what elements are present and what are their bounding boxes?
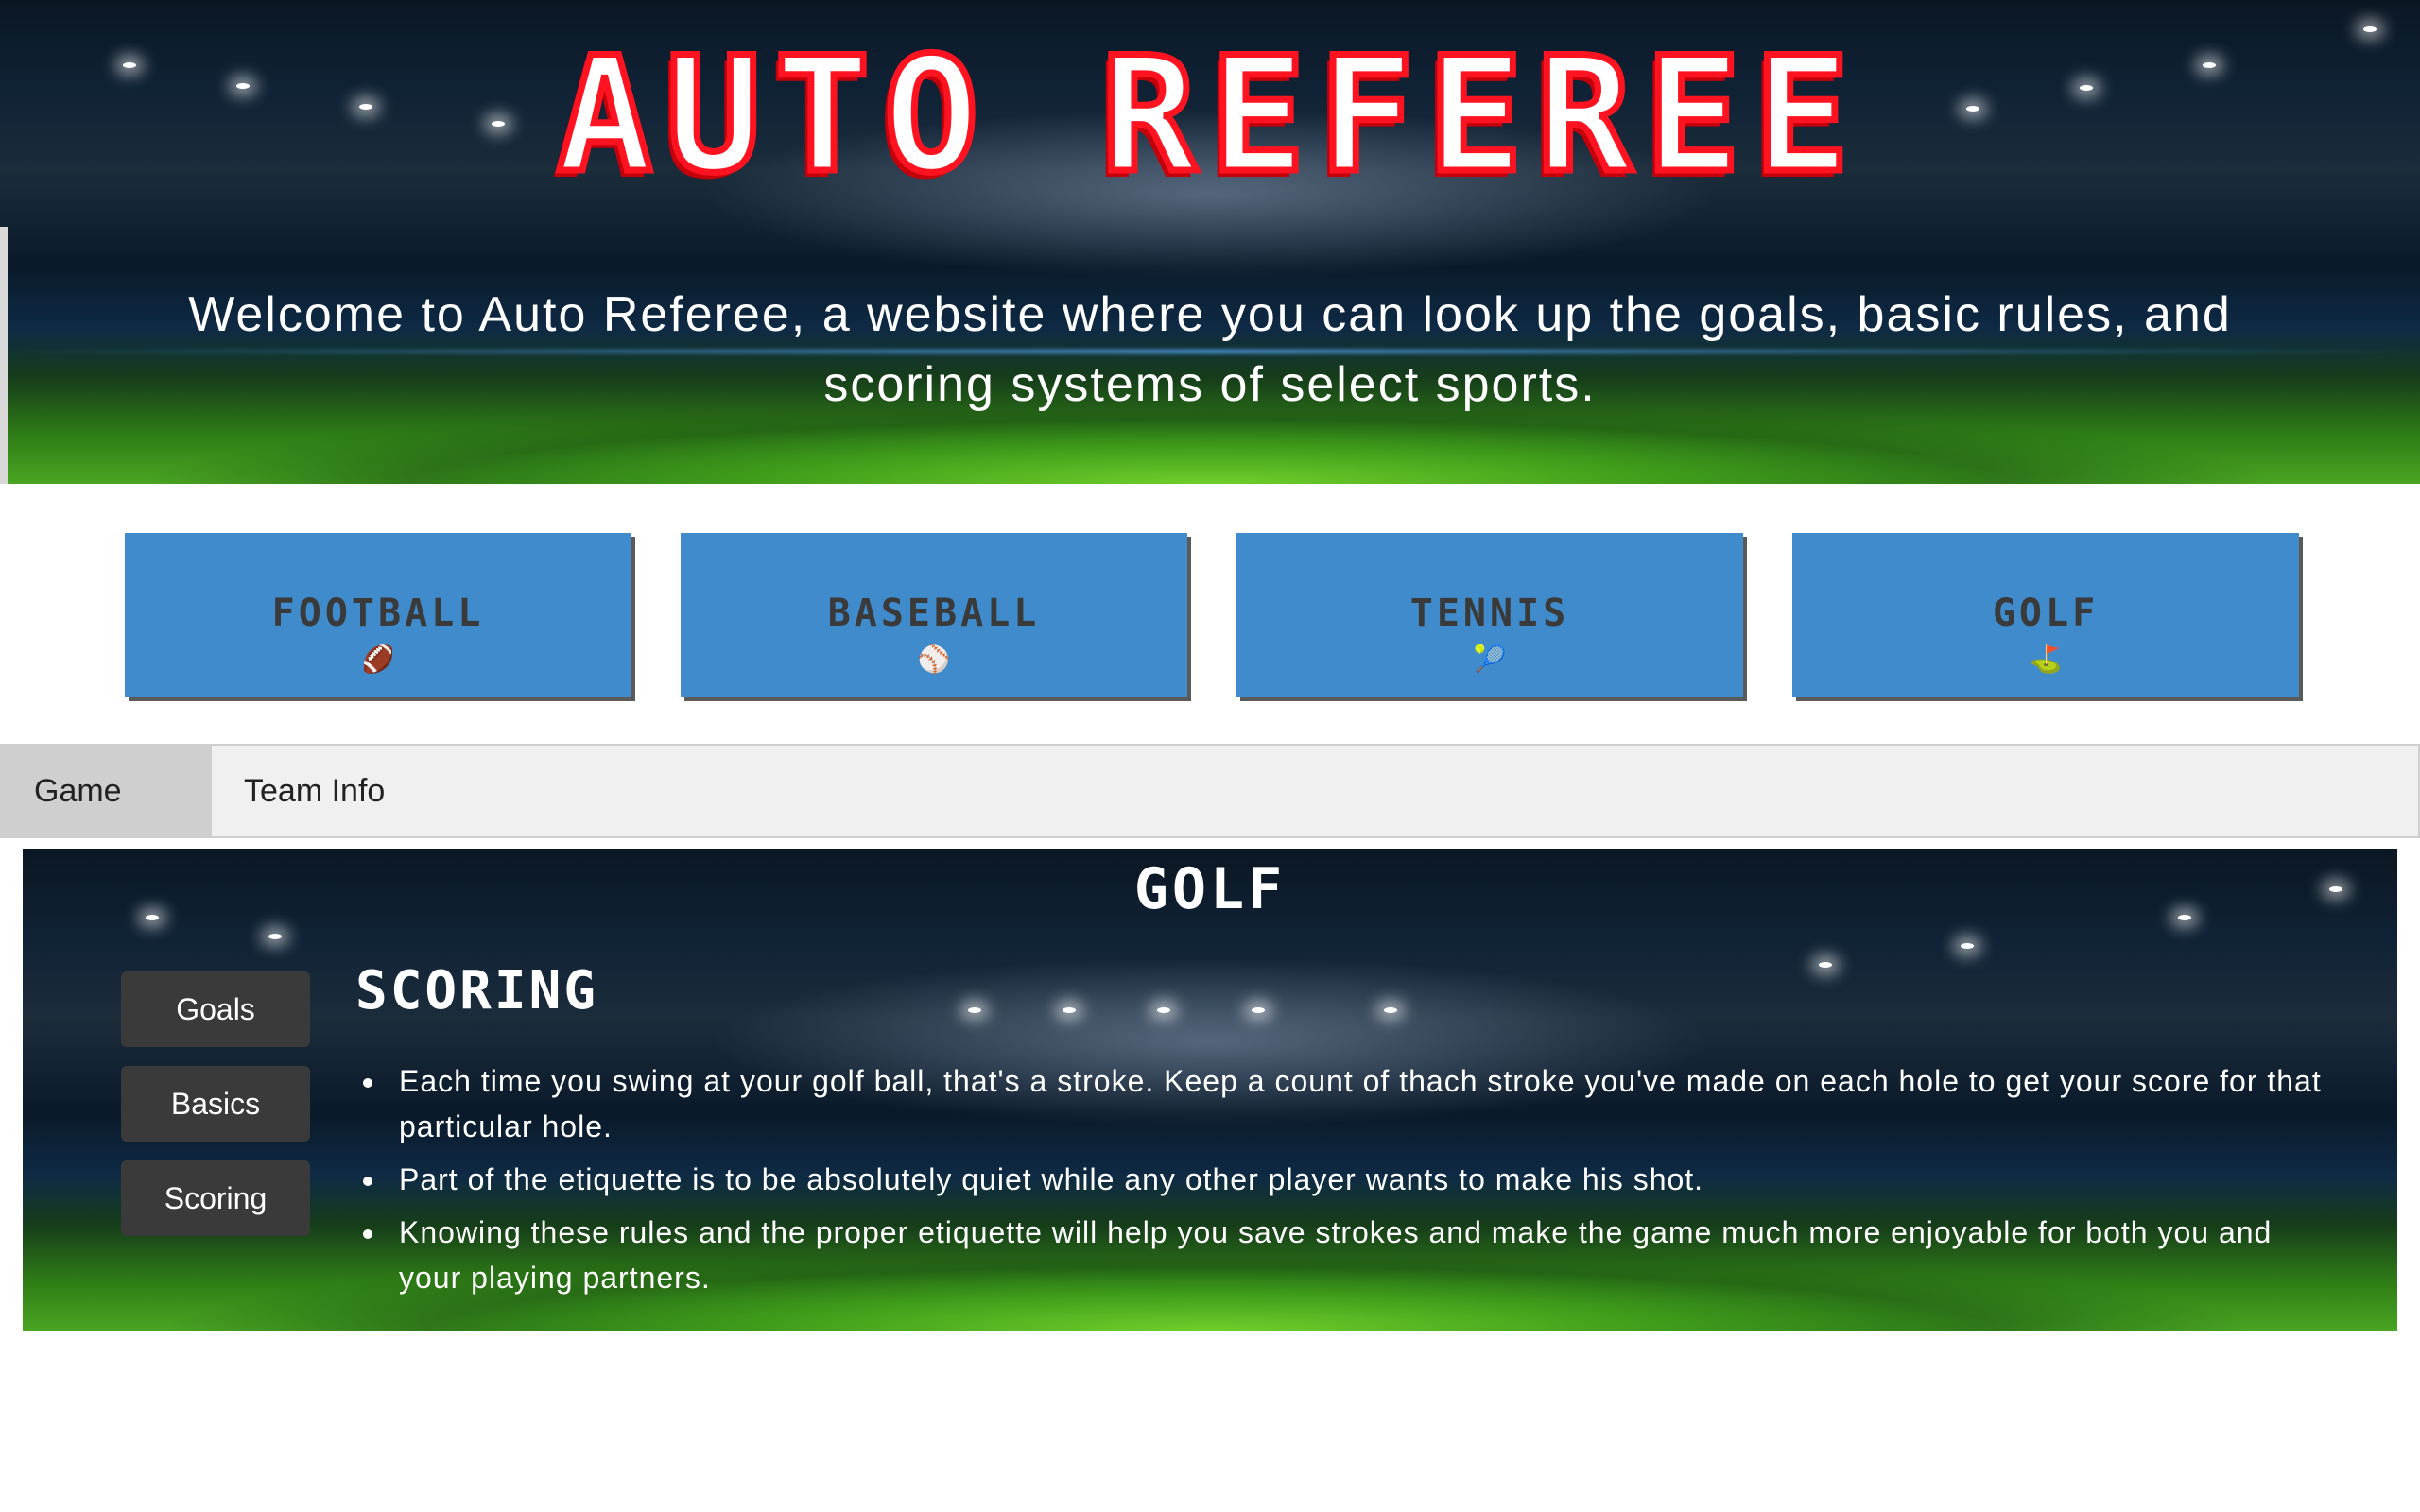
scroll-edge bbox=[0, 227, 8, 484]
stadium-light bbox=[1157, 1007, 1170, 1013]
stadium-light bbox=[968, 1007, 981, 1013]
stadium-light bbox=[1384, 1007, 1397, 1013]
tennis-ball-icon: 🎾 bbox=[1473, 644, 1507, 674]
sport-info-panel: GOLF Goals Basics Scoring SCORING Each t… bbox=[23, 849, 2397, 1331]
golf-flag-icon: ⛳ bbox=[2029, 644, 2063, 674]
info-tab-bar: Game Info Team Info bbox=[0, 744, 2420, 900]
golf-label: GOLF bbox=[1992, 592, 2100, 635]
football-label: FOOTBALL bbox=[271, 592, 485, 635]
golf-button[interactable]: GOLF ⛳ bbox=[1792, 533, 2299, 697]
stadium-light bbox=[1063, 1007, 1076, 1013]
basics-button[interactable]: Basics bbox=[121, 1066, 310, 1142]
list-item: Each time you swing at your golf ball, t… bbox=[388, 1058, 2331, 1149]
stadium-light bbox=[268, 934, 282, 939]
tab-game-info[interactable]: Game Info bbox=[2, 746, 212, 900]
football-icon: 🏈 bbox=[361, 644, 395, 674]
scoring-button[interactable]: Scoring bbox=[121, 1160, 310, 1236]
stadium-light bbox=[1819, 962, 1832, 968]
tennis-label: TENNIS bbox=[1409, 592, 1570, 635]
list-item: Part of the etiquette is to be absolutel… bbox=[388, 1157, 2331, 1202]
rules-list: Each time you swing at your golf ball, t… bbox=[388, 1058, 2331, 1308]
sport-title: GOLF bbox=[1133, 856, 1287, 922]
tennis-button[interactable]: TENNIS 🎾 bbox=[1236, 533, 1743, 697]
baseball-button[interactable]: BASEBALL ⚾ bbox=[681, 533, 1187, 697]
section-heading: SCORING bbox=[355, 960, 599, 1022]
tab-team-info[interactable]: Team Info bbox=[212, 746, 417, 836]
baseball-icon: ⚾ bbox=[917, 644, 951, 674]
welcome-text: Welcome to Auto Referee, a website where… bbox=[188, 287, 2232, 412]
football-button[interactable]: FOOTBALL 🏈 bbox=[125, 533, 631, 697]
list-item: Knowing these rules and the proper etiqu… bbox=[388, 1210, 2331, 1300]
baseball-label: BASEBALL bbox=[827, 592, 1041, 635]
header-banner: AUTO REFEREE Welcome to Auto Referee, a … bbox=[0, 0, 2420, 484]
stadium-light bbox=[1252, 1007, 1265, 1013]
site-title: AUTO REFEREE bbox=[554, 23, 1863, 208]
goals-button[interactable]: Goals bbox=[121, 971, 310, 1047]
stadium-light bbox=[1961, 943, 1974, 949]
